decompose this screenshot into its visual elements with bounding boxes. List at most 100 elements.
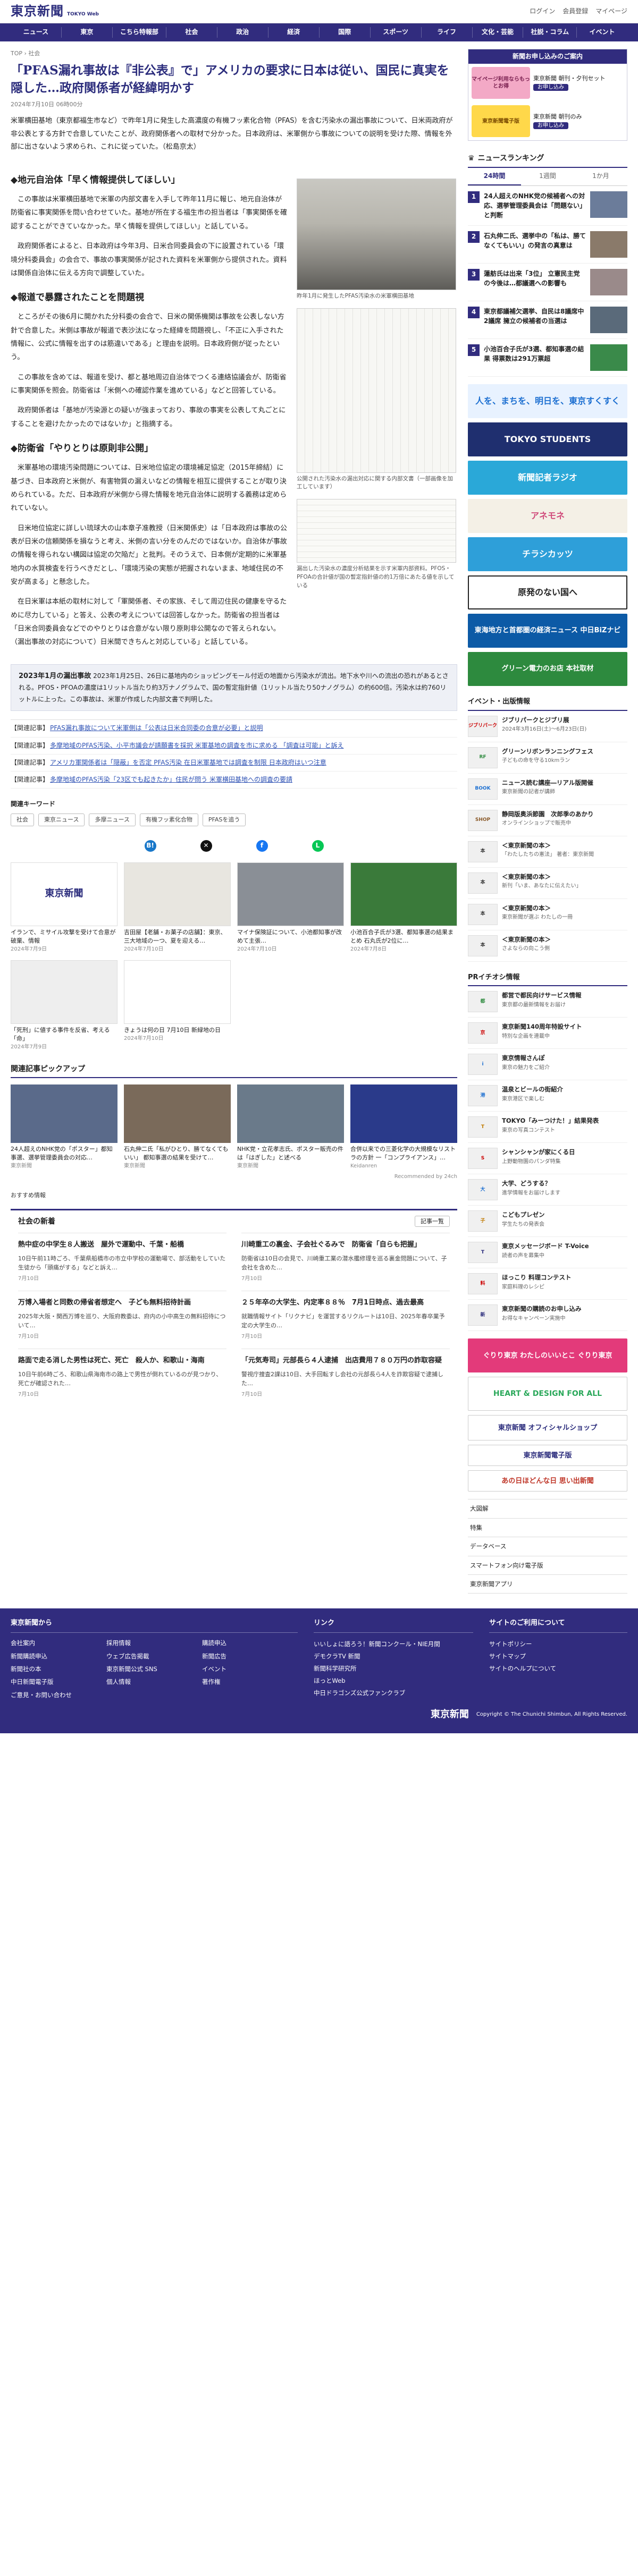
keyword-tag[interactable]: 有機フッ素化合物 (139, 814, 198, 826)
data-sheet-photo[interactable] (297, 499, 456, 563)
ad-banner[interactable]: 東京新聞 オフィシャルショップ (468, 1415, 627, 1441)
ad-banner[interactable]: TOKYO STUDENTS (468, 422, 627, 456)
pr-item[interactable]: 港温泉とビールの街紹介 東京港区で楽しむ (468, 1080, 627, 1112)
nav-item-culture[interactable]: 文化・芸能 (473, 27, 524, 38)
ad-banner[interactable]: 原発のない国へ (468, 575, 627, 609)
thumb-card[interactable]: 小池百合子氏が3選、都知事選の結果まとめ 石丸氏が2位に… 2024年7月8日 (350, 862, 457, 954)
footer-link[interactable]: 採用情報 (106, 1638, 202, 1648)
ranking-item[interactable]: 1 24人超えのNHK党の候補者への対応、選挙管理委員会は「問題ない」と判断 (468, 186, 627, 226)
thumb-card[interactable]: きょうは何の日 7月10日 新緑地の日 2024年7月10日 (124, 960, 231, 1052)
event-item[interactable]: 本＜東京新聞の本＞ 「わたしたちの憲法」 著者：東京新聞 (468, 836, 627, 868)
nav-item-politics[interactable]: 政治 (217, 27, 268, 38)
news-item[interactable]: 川崎重工の裏金、子会社ぐるみで 防衛省「自らも把握」 防衛省は10日の会見で、川崎… (241, 1232, 450, 1291)
nav-item-tokuhobu[interactable]: こちら特報部 (113, 27, 166, 38)
ad-banner[interactable]: HEART & DESIGN FOR ALL (468, 1377, 627, 1411)
related-link[interactable]: PFAS漏れ事故について米軍側は「公表は日米合同委の合意が必要」と説明 (50, 724, 263, 732)
nav-item-sports[interactable]: スポーツ (371, 27, 422, 38)
footer-link[interactable]: 著作権 (202, 1677, 298, 1687)
facebook-share-icon[interactable]: f (256, 840, 268, 852)
footer-logo[interactable]: 東京新聞 (431, 1707, 469, 1723)
x-share-icon[interactable]: ✕ (200, 840, 212, 852)
site-logo[interactable]: 東京新聞 TOKYO Web (11, 1, 99, 21)
event-item[interactable]: ジブリパーク ジブリパークとジブリ展 2024年3月16日(土)～6月23日(日) (468, 711, 627, 742)
footer-link[interactable]: 中日ドラゴンズ公式ファンクラブ (314, 1687, 473, 1699)
footer-link[interactable]: 購読申込 (202, 1638, 298, 1648)
thumb-card[interactable]: 「死刑」に値する事件を反省、考える「命」 2024年7月9日 (11, 960, 117, 1052)
breadcrumb-top[interactable]: TOP (11, 50, 22, 57)
line-share-icon[interactable]: L (312, 840, 324, 852)
pickup-card[interactable]: 24人超えのNHK党の「ポスター」都知事選、選挙管理委員会の対応… 東京新聞 (11, 1084, 117, 1171)
event-item[interactable]: 本＜東京新聞の本＞ さよならの向こう側 (468, 930, 627, 962)
footer-link[interactable]: ご意見・お問い合わせ (11, 1690, 106, 1700)
ranking-item[interactable]: 5 小池百合子氏が3選、都知事選の結果 得票数は291万票超 (468, 339, 627, 377)
footer-link[interactable]: デモクラTV 新聞 (314, 1650, 473, 1663)
event-item[interactable]: BOOK ニュース読む講座―リアル版開催 東京新聞の記者が講師 (468, 774, 627, 805)
nav-item-column[interactable]: 社説・コラム (523, 27, 577, 38)
footer-link[interactable]: 新聞広告 (202, 1651, 298, 1661)
pr-item[interactable]: i 東京情報さんぽ 東京の魅力をご紹介 (468, 1049, 627, 1081)
nav-item-tokyo[interactable]: 東京 (62, 27, 113, 38)
nav-item-news[interactable]: ニュース (11, 27, 62, 38)
footer-link[interactable]: いいしょに語ろう！新聞コンクール・NIE月間 (314, 1638, 473, 1650)
ad-banner[interactable]: 新聞記者ラジオ (468, 460, 627, 495)
footer-link[interactable]: 東京新聞公式 SNS (106, 1664, 202, 1674)
ad-banner[interactable]: 東京新聞電子版 (468, 1445, 627, 1467)
footer-link[interactable]: サイトマップ (489, 1650, 627, 1663)
sidebar-link[interactable]: データベース (468, 1537, 627, 1555)
ranking-item[interactable]: 2 石丸伸二氏、選挙中の「私は、勝てなくてもいい」の発言の真意は (468, 226, 627, 264)
pickup-card[interactable]: 石丸伸二氏「私がひとり、勝てなくてもいい」 都知事選の結果を受けて… 東京新聞 (124, 1084, 231, 1171)
ad-banner[interactable]: アネモネ (468, 498, 627, 533)
register-link[interactable]: 会員登録 (563, 6, 588, 16)
ad-banner[interactable]: チラシカッツ (468, 537, 627, 571)
article-list-button[interactable]: 記事一覧 (415, 1215, 450, 1227)
hatena-share-icon[interactable]: B! (144, 840, 156, 852)
pr-item[interactable]: 大大学、どうする？ 進学情報をお届けします (468, 1174, 627, 1206)
event-item[interactable]: RF グリーンリボンランニングフェス 子どもの命を守る10kmラン (468, 742, 627, 774)
footer-link[interactable]: 個人情報 (106, 1677, 202, 1687)
footer-link[interactable]: 会社案内 (11, 1638, 106, 1648)
ranking-item[interactable]: 4 東京都議補欠選挙、自民は8議席中2議席 擁立の候補者の当選は (468, 301, 627, 339)
nav-item-event[interactable]: イベント (577, 27, 627, 37)
news-item[interactable]: 熱中症の中学生８人搬送 屋外で運動中、千葉・船橋 10日午前11時ごろ、千葉県船橋… (18, 1232, 226, 1291)
mypage-link[interactable]: マイページ (595, 6, 627, 16)
ad-banner[interactable]: あの日ほどんな日 思い出新聞 (468, 1470, 627, 1492)
pr-item[interactable]: 新東京新聞の購読のお申し込み お得なキャンペーン実施中 (468, 1300, 627, 1332)
news-item[interactable]: 「元気寿司」元部長ら４人逮捕 出店費用７８０万円の詐取容疑 警視庁捜査2課は10日… (241, 1348, 450, 1406)
pr-item[interactable]: S シャンシャンが家にくる日 上野動物園のパンダ特集 (468, 1143, 627, 1175)
footer-link[interactable]: 中日新聞電子版 (11, 1677, 106, 1687)
sidebar-link[interactable]: 東京新聞アプリ (468, 1574, 627, 1594)
pr-item[interactable]: 都都営で都民向けサービス情報 東京都の最新情報をお届け (468, 986, 627, 1018)
pr-item[interactable]: T 東京メッセージボード T-Voice 読者の声を募集中 (468, 1237, 627, 1269)
keyword-tag[interactable]: 東京ニュース (38, 814, 85, 826)
event-item[interactable]: SHOP 静岡版奥浜節園 次郎季のあかり オンラインショップで販売中 (468, 805, 627, 836)
nav-item-society[interactable]: 社会 (166, 27, 217, 38)
pr-item[interactable]: 京東京新聞140周年特設サイト 特別な企画を連載中 (468, 1018, 627, 1049)
tab-1week[interactable]: 1週間 (521, 168, 574, 185)
sidebar-link[interactable]: 特集 (468, 1518, 627, 1537)
sidebar-link[interactable]: スマートフォン向け電子版 (468, 1555, 627, 1574)
ad-banner[interactable]: グリーン電力のお店 本社取材 (468, 651, 627, 686)
subscribe-button[interactable]: お申し込み (533, 122, 568, 130)
subscribe-button[interactable]: お申し込み (533, 84, 568, 91)
base-photo[interactable] (297, 178, 456, 290)
related-link[interactable]: 多摩地域のPFAS汚染「23区でも起きたか」住民が問う 米軍横田基地への調査の要… (50, 776, 292, 783)
footer-link[interactable]: イベント (202, 1664, 298, 1674)
nav-item-world[interactable]: 国際 (320, 27, 371, 38)
ad-banner[interactable]: 東海地方と首都圏の経済ニュース 中日BiZナビ (468, 613, 627, 648)
footer-link[interactable]: ほっとWeb (314, 1675, 473, 1687)
pickup-card[interactable]: NHK党・立花孝志氏、ポスター販売の件は「はぎした」と述べる 東京新聞 (237, 1084, 344, 1171)
related-link[interactable]: アメリカ軍関係者は「隠蔽」を否定 PFAS汚染 在日米軍基地では調査を制限 日本… (50, 759, 326, 766)
nav-item-economy[interactable]: 経済 (268, 27, 320, 38)
thumb-card[interactable]: 東京新聞 イランで、ミサイル攻撃を受けて合意が破棄、情報 2024年7月9日 (11, 862, 117, 954)
sidebar-link[interactable]: 大図解 (468, 1499, 627, 1518)
footer-link[interactable]: 新聞購読申込 (11, 1651, 106, 1661)
pr-item[interactable]: 子こどもプレゼン 学生たちの発表会 (468, 1206, 627, 1238)
event-item[interactable]: 本＜東京新聞の本＞ 東京新聞が選ぶ わたしの一冊 (468, 899, 627, 930)
event-item[interactable]: 本＜東京新聞の本＞ 新刊「いま、あなたに伝えたい」 (468, 868, 627, 899)
news-item[interactable]: ２５年卒の大学生、内定率８８％ 7月1日時点、過去最高 就職情報サイト「リクナビ」… (241, 1290, 450, 1349)
breadcrumb-society[interactable]: 社会 (28, 50, 40, 57)
ad-banner[interactable]: 人を、まちを、明日を、東京すくすく (468, 384, 627, 418)
related-link[interactable]: 多摩地域のPFAS汚染、小平市議会が請願書を採択 米軍基地の調査を市に求める 「… (50, 742, 344, 749)
nav-item-life[interactable]: ライフ (422, 27, 473, 38)
footer-link[interactable]: サイトのヘルプについて (489, 1663, 627, 1675)
